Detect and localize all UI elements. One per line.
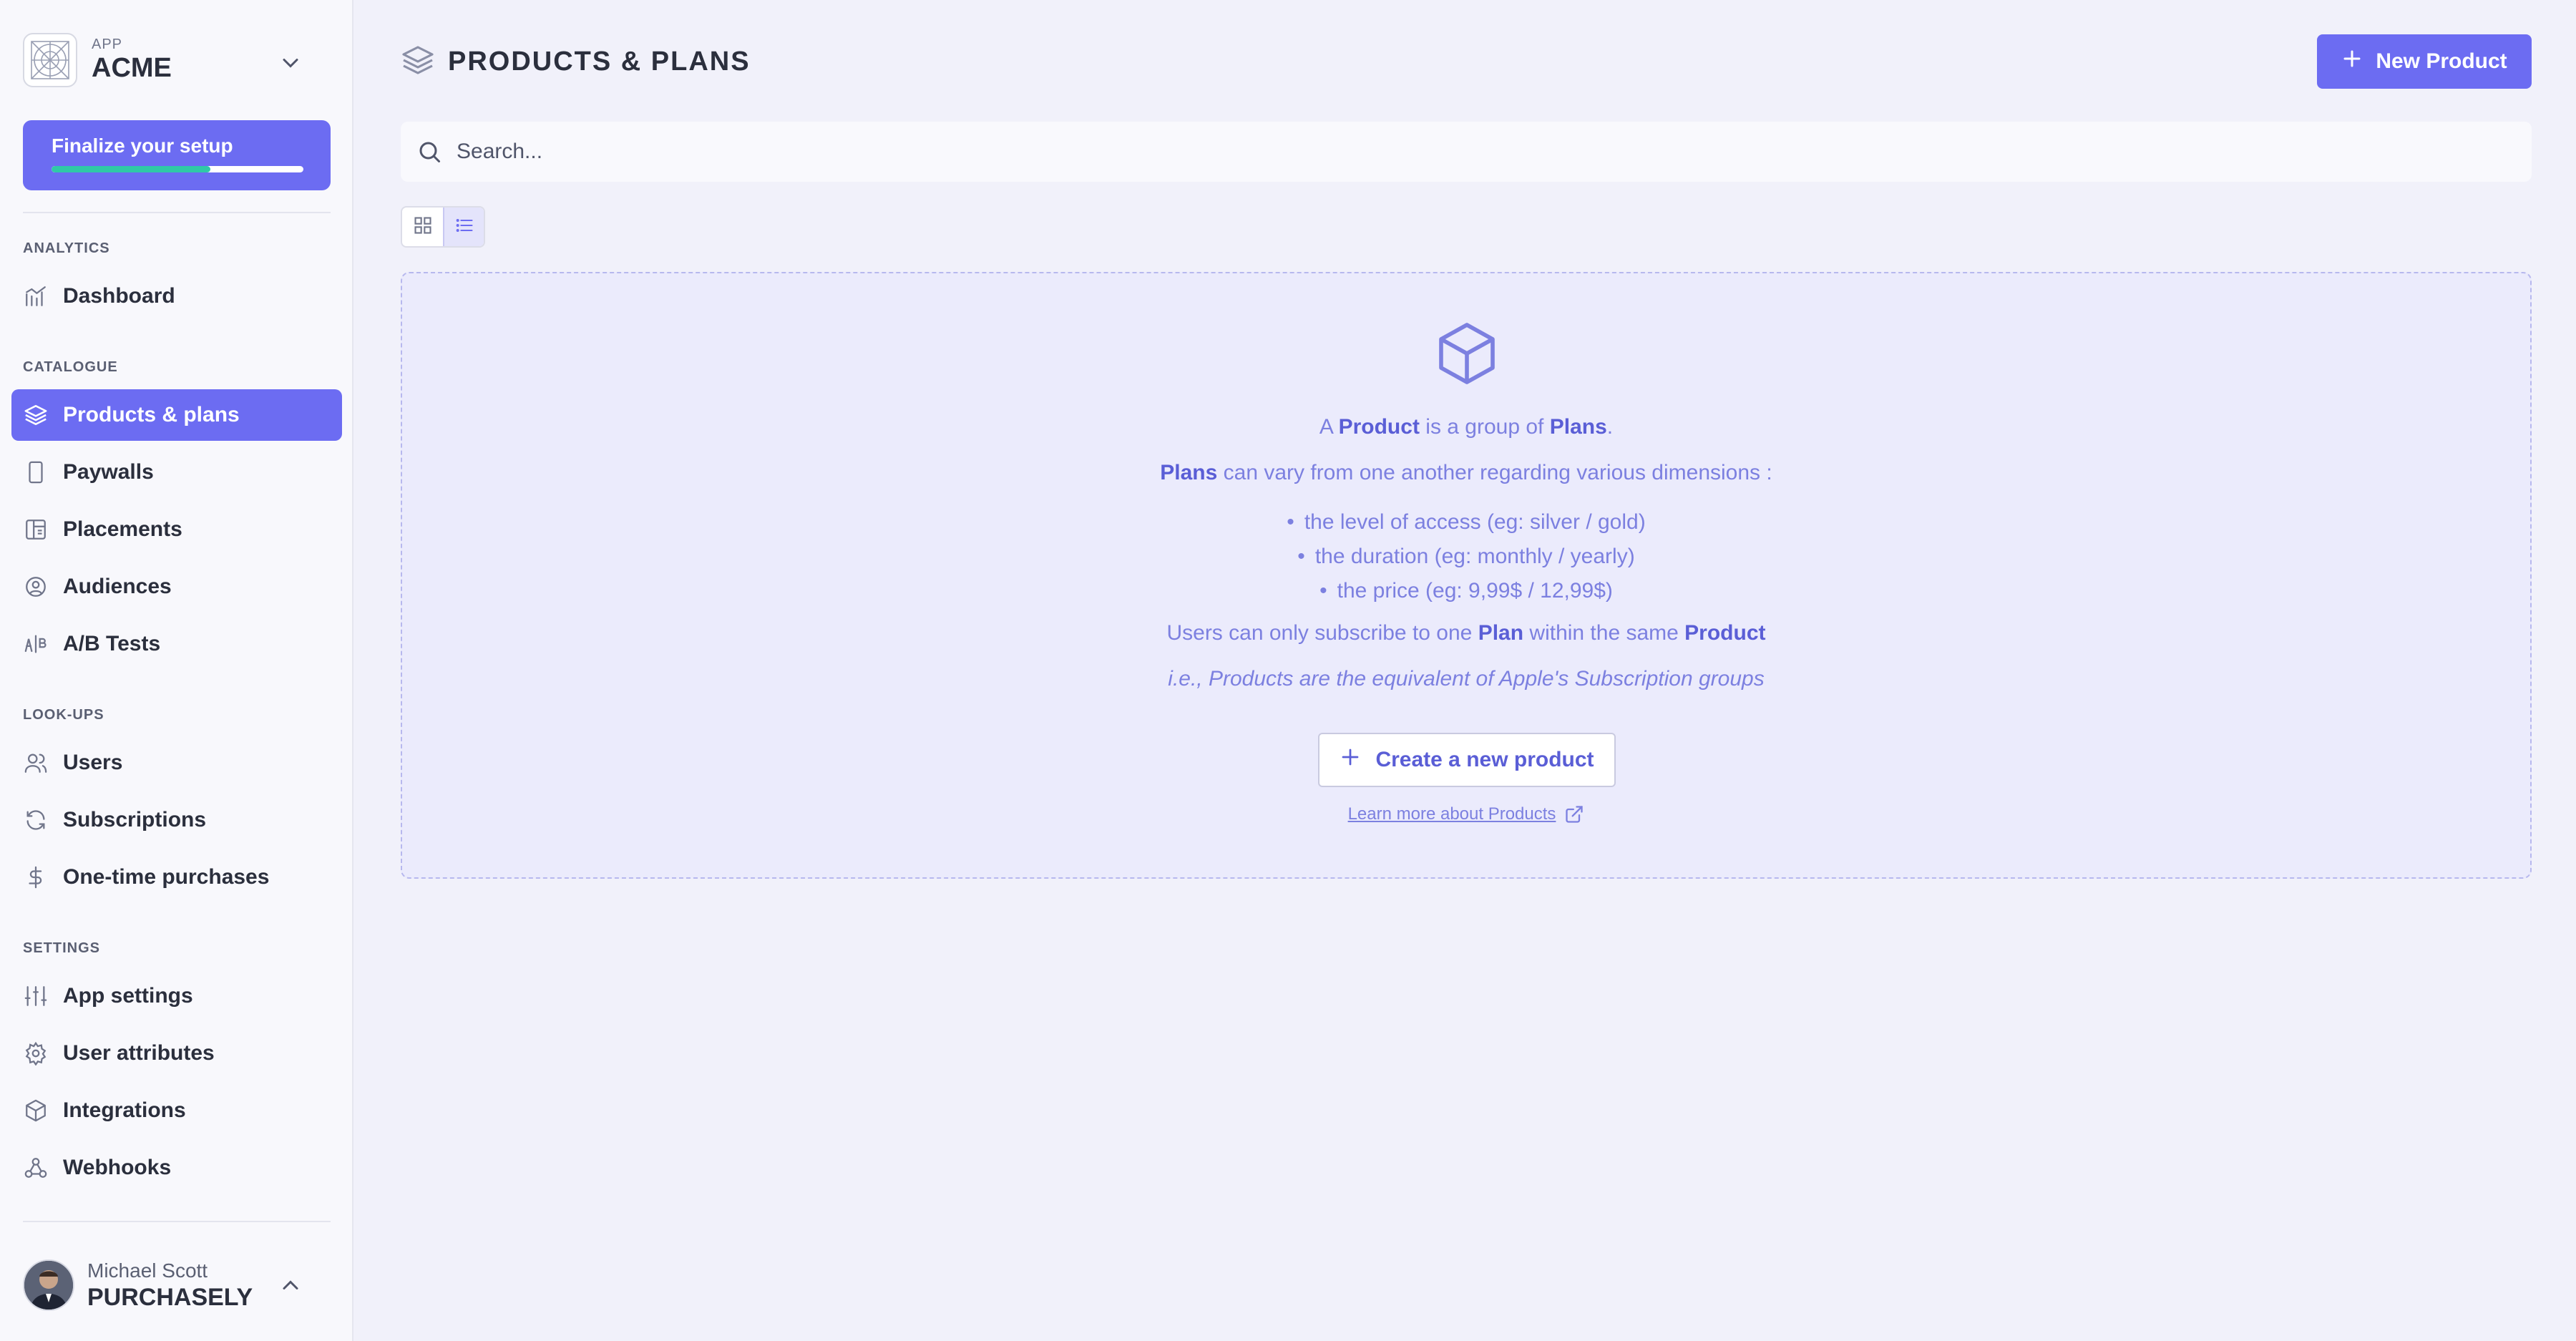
search-bar — [401, 122, 2532, 182]
search-input[interactable] — [455, 139, 2462, 165]
users-icon — [23, 750, 49, 776]
page-title: PRODUCTS & PLANS — [448, 46, 751, 77]
user-name: Michael Scott — [87, 1259, 208, 1282]
grid-icon — [413, 215, 433, 239]
app-switcher[interactable]: APP ACME — [23, 24, 331, 96]
learn-more: Learn more about Products — [402, 804, 2530, 824]
empty-line-3: Users can only subscribe to one Plan wit… — [1166, 621, 1766, 645]
sidebar-item-label: Audiences — [63, 575, 172, 598]
gear-icon — [23, 1040, 49, 1066]
finalize-setup-label: Finalize your setup — [52, 135, 233, 157]
sliders-icon — [23, 983, 49, 1009]
app-kicker: APP — [92, 36, 123, 52]
empty-line-1: A Product is a group of Plans. — [1319, 415, 1614, 439]
user-menu[interactable]: Michael Scott PURCHASELY — [23, 1248, 331, 1322]
sidebar-item-ab-tests[interactable]: A/B Tests — [11, 618, 342, 670]
webhook-icon — [23, 1155, 49, 1181]
sidebar-item-user-attributes[interactable]: User attributes — [11, 1028, 342, 1079]
empty-line-2: Plans can vary from one another regardin… — [1160, 461, 1772, 484]
view-toggle — [401, 206, 485, 248]
section-title-analytics: ANALYTICS — [23, 240, 110, 256]
sidebar-divider — [23, 1221, 331, 1222]
sidebar-divider — [23, 212, 331, 213]
chevron-up-icon[interactable] — [278, 1272, 303, 1298]
learn-more-link[interactable]: Learn more about Products — [1348, 804, 1556, 824]
create-product-label: Create a new product — [1375, 748, 1594, 771]
sidebar: APP ACME Finalize your setup ANALYTICS D… — [0, 0, 353, 1341]
dimension-list: the level of access (eg: silver / gold) … — [402, 505, 2530, 608]
layers-icon — [23, 402, 49, 428]
section-title-lookups: LOOK-UPS — [23, 707, 104, 723]
chevron-down-icon[interactable] — [278, 50, 303, 76]
list-item: the duration (eg: monthly / yearly) — [402, 540, 2530, 574]
sidebar-item-webhooks[interactable]: Webhooks — [11, 1142, 342, 1194]
search-icon — [416, 139, 442, 165]
sidebar-item-label: Integrations — [63, 1098, 186, 1122]
sidebar-item-audiences[interactable]: Audiences — [11, 561, 342, 613]
layout-icon — [23, 517, 49, 542]
finalize-setup-button[interactable]: Finalize your setup — [23, 120, 331, 190]
sidebar-item-label: Placements — [63, 517, 182, 541]
create-product-button[interactable]: Create a new product — [1318, 733, 1616, 787]
sidebar-item-label: Products & plans — [63, 403, 240, 426]
layers-icon — [401, 43, 435, 81]
sidebar-item-subscriptions[interactable]: Subscriptions — [11, 794, 342, 846]
app-name: ACME — [92, 53, 172, 83]
sidebar-item-one-time-purchases[interactable]: One-time purchases — [11, 852, 342, 903]
sidebar-item-label: A/B Tests — [63, 632, 161, 655]
sidebar-item-app-settings[interactable]: App settings — [11, 970, 342, 1022]
empty-state-panel: A Product is a group of Plans. Plans can… — [401, 272, 2532, 879]
new-product-label: New Product — [2376, 49, 2507, 73]
sidebar-item-label: Paywalls — [63, 460, 154, 484]
setup-progress-bar — [52, 166, 303, 172]
dollar-icon — [23, 864, 49, 890]
external-link-icon[interactable] — [1564, 804, 1584, 824]
user-organization: PURCHASELY — [87, 1284, 253, 1311]
cube-icon — [1433, 319, 1501, 388]
box-icon — [23, 1098, 49, 1123]
empty-line-4: i.e., Products are the equivalent of App… — [1168, 667, 1765, 691]
setup-progress-fill — [52, 166, 210, 172]
ab-test-icon — [23, 631, 49, 657]
section-title-catalogue: CATALOGUE — [23, 359, 118, 375]
sidebar-item-paywalls[interactable]: Paywalls — [11, 447, 342, 498]
sidebar-item-integrations[interactable]: Integrations — [11, 1085, 342, 1136]
plus-icon — [1340, 746, 1361, 774]
sidebar-item-label: Webhooks — [63, 1156, 172, 1179]
phone-icon — [23, 459, 49, 485]
app-logo-icon — [23, 33, 77, 87]
refresh-icon — [23, 807, 49, 833]
list-view-button[interactable] — [443, 208, 484, 246]
section-title-settings: SETTINGS — [23, 940, 101, 956]
sidebar-item-label: App settings — [63, 984, 193, 1008]
sidebar-item-placements[interactable]: Placements — [11, 504, 342, 555]
plus-icon — [2341, 48, 2363, 75]
sidebar-item-dashboard[interactable]: Dashboard — [11, 270, 342, 322]
new-product-button[interactable]: New Product — [2317, 34, 2532, 89]
list-item: the price (eg: 9,99$ / 12,99$) — [402, 574, 2530, 608]
sidebar-item-label: User attributes — [63, 1041, 215, 1065]
avatar — [23, 1259, 74, 1311]
chart-icon — [23, 283, 49, 309]
sidebar-item-label: Dashboard — [63, 284, 175, 308]
sidebar-item-products[interactable]: Products & plans — [11, 389, 342, 441]
grid-view-button[interactable] — [402, 208, 443, 246]
list-icon — [454, 215, 474, 239]
sidebar-item-label: One-time purchases — [63, 865, 270, 889]
list-item: the level of access (eg: silver / gold) — [402, 505, 2530, 540]
sidebar-item-users[interactable]: Users — [11, 737, 342, 789]
sidebar-item-label: Users — [63, 751, 123, 774]
page-header: PRODUCTS & PLANS — [401, 42, 751, 82]
audience-icon — [23, 574, 49, 600]
sidebar-item-label: Subscriptions — [63, 808, 207, 832]
